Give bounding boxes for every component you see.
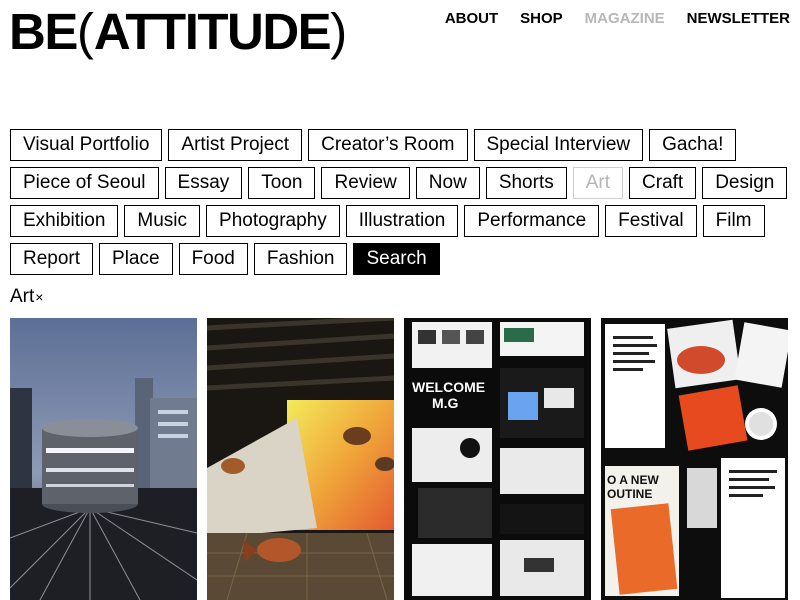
nav-magazine[interactable]: MAGAZINE [585, 10, 665, 28]
nav-about[interactable]: ABOUT [445, 10, 498, 28]
main-nav: ABOUT SHOP MAGAZINE NEWSLETTER [445, 10, 790, 28]
tag-piece-of-seoul[interactable]: Piece of Seoul [10, 167, 159, 199]
poster-headline-1: O A NEW [607, 473, 659, 487]
tag-design[interactable]: Design [702, 167, 788, 199]
remove-filter-icon[interactable]: × [35, 289, 43, 305]
web-collage-image: WELCOME M.G [404, 318, 591, 600]
tag-creators-room[interactable]: Creator’s Room [308, 129, 468, 161]
logo-prefix: BE [9, 3, 78, 60]
collage-welcome-text: WELCOME [412, 379, 485, 395]
active-filter-label: Art [10, 286, 35, 307]
tag-review[interactable]: Review [321, 167, 410, 199]
tag-report[interactable]: Report [10, 243, 94, 275]
search-button[interactable]: Search [353, 243, 440, 275]
site-logo[interactable]: BE(ATTITUDE) [9, 4, 347, 60]
tag-fashion[interactable]: Fashion [253, 243, 348, 275]
tag-artist-project[interactable]: Artist Project [168, 129, 303, 161]
poster-headline-2: OUTINE [607, 487, 652, 501]
thumb-gallery-fish-sculptures[interactable] [207, 318, 394, 600]
thumb-web-design-collage[interactable]: WELCOME M.G [404, 318, 591, 600]
tag-toon[interactable]: Toon [248, 167, 316, 199]
tag-craft[interactable]: Craft [629, 167, 697, 199]
tag-photography[interactable]: Photography [206, 205, 340, 237]
tag-art[interactable]: Art [572, 167, 624, 199]
collage-mg-text: M.G [432, 395, 459, 411]
tag-place[interactable]: Place [99, 243, 173, 275]
tag-gacha[interactable]: Gacha! [649, 129, 737, 161]
tag-shorts[interactable]: Shorts [485, 167, 567, 199]
tag-food[interactable]: Food [178, 243, 248, 275]
nav-newsletter[interactable]: NEWSLETTER [687, 10, 790, 28]
thumb-night-city-installation[interactable] [10, 318, 197, 600]
tag-exhibition[interactable]: Exhibition [10, 205, 119, 237]
gallery-image [207, 318, 394, 600]
active-filter: Art× [10, 286, 43, 308]
posters-collage-image: O A NEW OUTINE [601, 318, 788, 600]
night-city-image [10, 318, 197, 600]
category-tags: Visual Portfolio Artist Project Creator’… [10, 129, 800, 275]
article-grid: WELCOME M.G O A NEW OUTINE [10, 318, 788, 600]
tag-now[interactable]: Now [415, 167, 480, 199]
tag-essay[interactable]: Essay [164, 167, 243, 199]
logo-close-paren: ) [330, 3, 348, 60]
tag-special-interview[interactable]: Special Interview [473, 129, 644, 161]
nav-shop[interactable]: SHOP [520, 10, 563, 28]
tag-illustration[interactable]: Illustration [345, 205, 459, 237]
tag-film[interactable]: Film [702, 205, 765, 237]
tag-festival[interactable]: Festival [605, 205, 697, 237]
logo-open-paren: ( [76, 3, 94, 60]
tag-performance[interactable]: Performance [464, 205, 600, 237]
thumb-posters-collage[interactable]: O A NEW OUTINE [601, 318, 788, 600]
tag-visual-portfolio[interactable]: Visual Portfolio [10, 129, 163, 161]
tag-music[interactable]: Music [124, 205, 201, 237]
logo-name: ATTITUDE [93, 3, 332, 60]
